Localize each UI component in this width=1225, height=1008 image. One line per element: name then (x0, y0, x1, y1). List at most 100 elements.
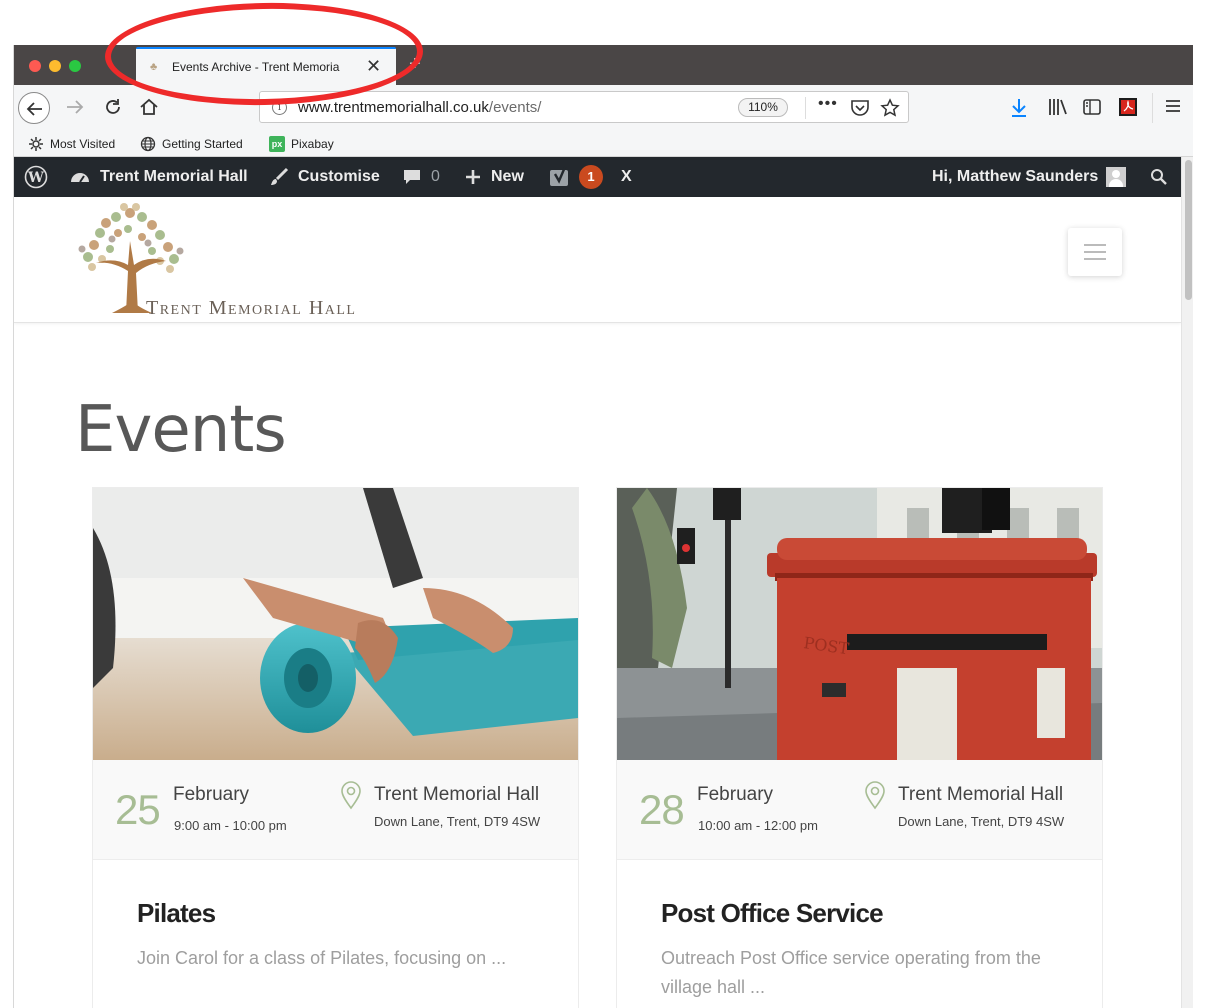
bookmark-star-icon[interactable] (880, 98, 900, 118)
hamburger-line (1084, 244, 1106, 246)
sidebar-icon[interactable] (1082, 97, 1102, 117)
bookmark-pixabay[interactable]: px Pixabay (269, 136, 334, 152)
event-card[interactable]: 25 February 9:00 am - 10:00 pm Trent Mem… (92, 487, 579, 1008)
page-scrollbar[interactable] (1181, 157, 1193, 1008)
close-tab-icon[interactable]: ✕ (366, 56, 381, 76)
new-label: New (491, 168, 524, 185)
location-pin-icon (865, 781, 885, 810)
seo-notification-count: 1 (579, 165, 603, 189)
site-header: Trent Memorial Hall (14, 197, 1181, 323)
event-meta: 28 February 10:00 am - 12:00 pm Trent Me… (617, 760, 1102, 860)
back-arrow-icon (26, 102, 42, 116)
hamburger-line (1084, 251, 1106, 253)
url-path: /events/ (488, 99, 542, 116)
gear-icon (29, 137, 43, 151)
event-image-post-office[interactable]: POST (617, 488, 1102, 760)
avatar (1106, 167, 1127, 187)
library-icon[interactable] (1047, 97, 1069, 117)
event-excerpt: Join Carol for a class of Pilates, focus… (137, 948, 507, 968)
browser-window: ♣ Events Archive - Trent Memoria ✕ + i w… (13, 45, 1193, 1008)
pocket-icon[interactable] (850, 99, 870, 117)
site-logo-text[interactable]: Trent Memorial Hall (146, 297, 356, 320)
event-excerpt: Outreach Post Office service operating f… (661, 948, 1041, 997)
browser-titlebar: ♣ Events Archive - Trent Memoria ✕ + (14, 45, 1193, 85)
bookmark-most-visited[interactable]: Most Visited (28, 136, 115, 152)
brush-icon (269, 167, 289, 187)
yoga-mat-image (93, 488, 578, 760)
event-time: 9:00 am - 10:00 pm (174, 818, 287, 833)
yoast-icon (550, 166, 568, 186)
url-host: www.trentmemorialhall.co.uk (298, 99, 489, 116)
page-actions-icon[interactable]: ••• (818, 95, 838, 113)
site-name-link[interactable]: Trent Memorial Hall (69, 157, 248, 197)
comments-link[interactable]: 0 (402, 157, 440, 197)
site-info-icon[interactable]: i (272, 100, 287, 115)
my-account-link[interactable]: Hi, Matthew Saunders (932, 157, 1127, 197)
url-divider (805, 97, 806, 119)
back-button[interactable] (18, 92, 50, 124)
event-venue[interactable]: Trent Memorial Hall (898, 784, 1063, 806)
wp-admin-bar: W Trent Memorial Hall Customise 0 New 1 … (14, 157, 1181, 197)
comment-bubble-icon (402, 167, 422, 187)
greeting-label: Hi, Matthew Saunders (932, 168, 1099, 185)
event-address: Down Lane, Trent, DT9 4SW (374, 814, 541, 829)
tree-icon: ♣ (150, 61, 158, 73)
event-title[interactable]: Pilates (137, 898, 216, 929)
reload-icon[interactable] (102, 96, 124, 118)
menu-toggle-button[interactable] (1068, 228, 1122, 276)
plus-icon (464, 168, 482, 186)
toolbar-divider (1152, 93, 1153, 123)
close-window-button[interactable] (29, 60, 41, 72)
event-card[interactable]: POST 28 February 10:00 am - 12:00 pm Tre… (616, 487, 1103, 1008)
event-address: Down Lane, Trent, DT9 4SW (898, 814, 1065, 829)
new-content-link[interactable]: New (464, 157, 524, 197)
wordpress-logo-button[interactable]: W (24, 157, 48, 197)
event-month: February (697, 784, 774, 805)
event-time: 10:00 am - 12:00 pm (698, 818, 818, 833)
url-text[interactable]: www.trentmemorialhall.co.uk/events/ (298, 99, 541, 116)
customise-label: Customise (298, 168, 380, 185)
wordpress-icon: W (24, 165, 48, 189)
pixabay-icon: px (269, 136, 285, 152)
globe-icon (140, 136, 156, 152)
svg-text:W: W (27, 170, 44, 186)
forward-arrow-icon[interactable] (64, 96, 86, 118)
close-x-link[interactable]: X (621, 157, 632, 197)
comments-count: 0 (431, 168, 440, 185)
bookmarks-toolbar: Most Visited Getting Started px Pixabay (14, 131, 1193, 157)
hamburger-line (1084, 258, 1106, 260)
search-icon (1151, 169, 1167, 185)
navigation-toolbar: i www.trentmemorialhall.co.uk/events/ 11… (14, 85, 1193, 131)
bookmark-label: Getting Started (162, 137, 243, 151)
yoast-seo-link[interactable]: 1 (549, 157, 603, 197)
url-bar[interactable]: i www.trentmemorialhall.co.uk/events/ 11… (259, 91, 909, 123)
home-icon[interactable] (138, 96, 160, 118)
event-venue[interactable]: Trent Memorial Hall (374, 784, 539, 806)
tab-title: Events Archive - Trent Memoria (172, 60, 340, 74)
admin-search-button[interactable] (1150, 157, 1168, 197)
postbox-image: POST (617, 488, 1102, 760)
new-tab-icon[interactable]: + (409, 53, 421, 75)
event-day: 28 (639, 786, 685, 833)
page-title: Events (75, 393, 287, 467)
customise-link[interactable]: Customise (269, 157, 380, 197)
browser-tab-active[interactable]: ♣ Events Archive - Trent Memoria ✕ (136, 47, 396, 85)
minimize-window-button[interactable] (49, 60, 61, 72)
bookmark-getting-started[interactable]: Getting Started (140, 136, 243, 152)
site-name-label: Trent Memorial Hall (100, 168, 248, 185)
dashboard-icon (69, 167, 91, 187)
event-image-pilates[interactable] (93, 488, 578, 760)
scrollbar-thumb[interactable] (1185, 160, 1192, 300)
pdf-addon-icon[interactable] (1118, 97, 1138, 117)
event-meta: 25 February 9:00 am - 10:00 pm Trent Mem… (93, 760, 578, 860)
hamburger-menu-icon[interactable] (1164, 97, 1182, 115)
event-month: February (173, 784, 250, 805)
event-title[interactable]: Post Office Service (661, 898, 884, 929)
downloads-icon[interactable] (1009, 97, 1029, 119)
bookmark-label: Most Visited (50, 137, 116, 151)
event-day: 25 (115, 786, 161, 833)
bookmark-label: Pixabay (291, 137, 334, 151)
location-pin-icon (341, 781, 361, 810)
zoom-level-badge[interactable]: 110% (738, 98, 788, 117)
maximize-window-button[interactable] (69, 60, 81, 72)
